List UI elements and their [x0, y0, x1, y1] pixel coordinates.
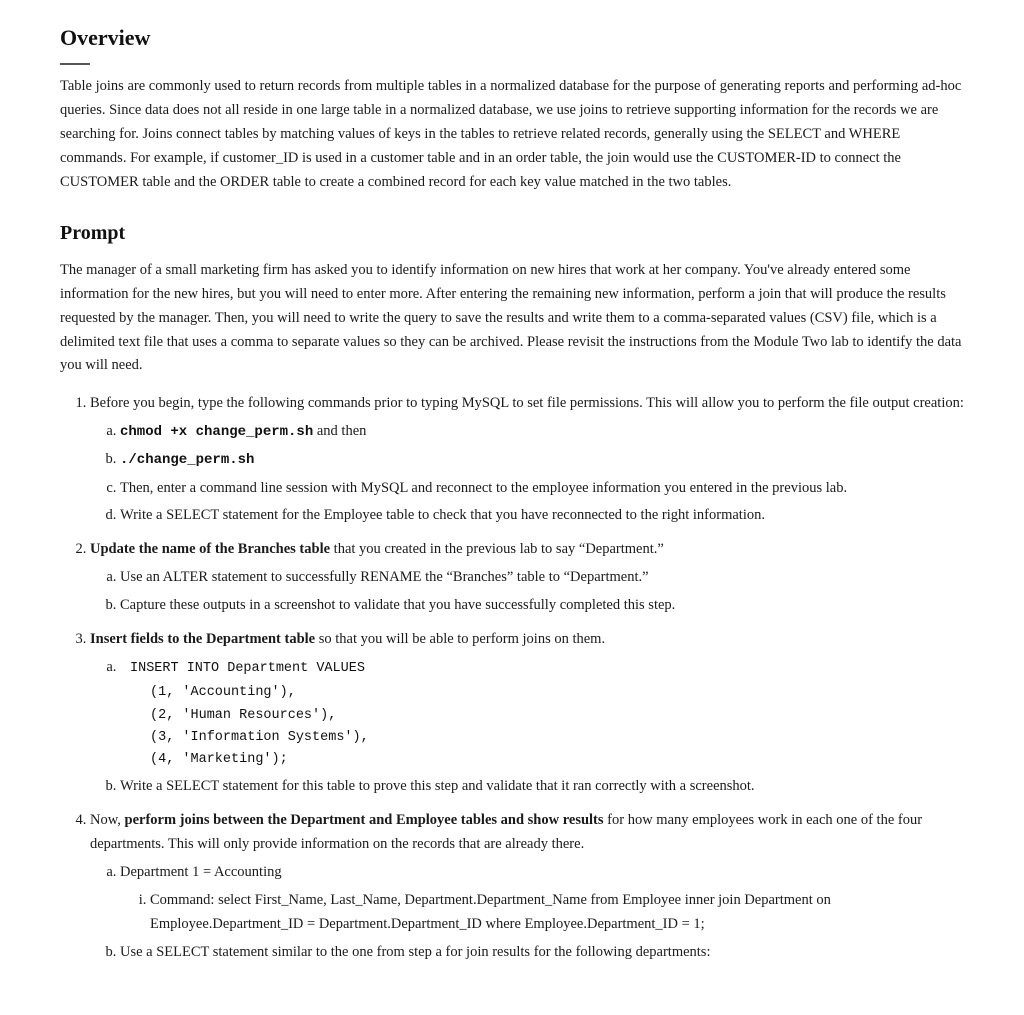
- prompt-intro: The manager of a small marketing firm ha…: [60, 259, 964, 379]
- step-3a: INSERT INTO Department VALUES (1, 'Accou…: [120, 656, 964, 771]
- step-2b-text: Capture these outputs in a screenshot to…: [120, 597, 675, 613]
- step-1b: ./change_perm.sh: [120, 448, 964, 472]
- step-3-sublist: INSERT INTO Department VALUES (1, 'Accou…: [120, 656, 964, 799]
- step-4a: Department 1 = Accounting Command: selec…: [120, 861, 964, 937]
- step-2: Update the name of the Branches table th…: [90, 538, 964, 618]
- step-1c: Then, enter a command line session with …: [120, 477, 964, 501]
- step-3b-text: Write a SELECT statement for this table …: [120, 778, 755, 794]
- step-2-sublist: Use an ALTER statement to successfully R…: [120, 566, 964, 618]
- step-4: Now, perform joins between the Departmen…: [90, 809, 964, 965]
- step-4b: Use a SELECT statement similar to the on…: [120, 941, 964, 965]
- step-1-text: Before you begin, type the following com…: [90, 395, 964, 411]
- step-4a-i: Command: select First_Name, Last_Name, D…: [150, 889, 964, 937]
- step-2-bold: Update the name of the Branches table: [90, 541, 330, 557]
- step-3a-values: (1, 'Accounting'), (2, 'Human Resources'…: [130, 682, 964, 771]
- step-2a: Use an ALTER statement to successfully R…: [120, 566, 964, 590]
- step-4a-i-text: Command: select First_Name, Last_Name, D…: [150, 892, 831, 932]
- step-1-sublist: chmod +x change_perm.sh and then ./chang…: [120, 420, 964, 528]
- step-2-text: that you created in the previous lab to …: [334, 541, 664, 557]
- step-3: Insert fields to the Department table so…: [90, 628, 964, 799]
- overview-divider: [60, 63, 90, 65]
- step-4a-roman: Command: select First_Name, Last_Name, D…: [150, 889, 964, 937]
- step-4-bold: perform joins between the Department and…: [125, 812, 604, 828]
- step-2b: Capture these outputs in a screenshot to…: [120, 594, 964, 618]
- steps-list: Before you begin, type the following com…: [90, 392, 964, 964]
- step-1: Before you begin, type the following com…: [90, 392, 964, 528]
- step-4a-text: Department 1 = Accounting: [120, 864, 282, 880]
- step-3-text: so that you will be able to perform join…: [319, 631, 605, 647]
- step-4b-text: Use a SELECT statement similar to the on…: [120, 944, 710, 960]
- step-1a-text: and then: [317, 423, 367, 439]
- step-3b: Write a SELECT statement for this table …: [120, 775, 964, 799]
- overview-body: Table joins are commonly used to return …: [60, 75, 964, 195]
- step-1d: Write a SELECT statement for the Employe…: [120, 504, 964, 528]
- step-4-sublist: Department 1 = Accounting Command: selec…: [120, 861, 964, 965]
- step-1a: chmod +x change_perm.sh and then: [120, 420, 964, 444]
- step-1c-text: Then, enter a command line session with …: [120, 480, 847, 496]
- prompt-title: Prompt: [60, 217, 964, 249]
- step-4-prefix: Now,: [90, 812, 125, 828]
- step-1d-text: Write a SELECT statement for the Employe…: [120, 507, 765, 523]
- step-1b-code: ./change_perm.sh: [120, 452, 254, 468]
- step-3a-code: INSERT INTO Department VALUES (1, 'Accou…: [120, 658, 964, 771]
- step-1a-code: chmod +x change_perm.sh: [120, 424, 313, 440]
- overview-title: Overview: [60, 20, 964, 55]
- step-3-bold: Insert fields to the Department table: [90, 631, 315, 647]
- step-2a-text: Use an ALTER statement to successfully R…: [120, 569, 649, 585]
